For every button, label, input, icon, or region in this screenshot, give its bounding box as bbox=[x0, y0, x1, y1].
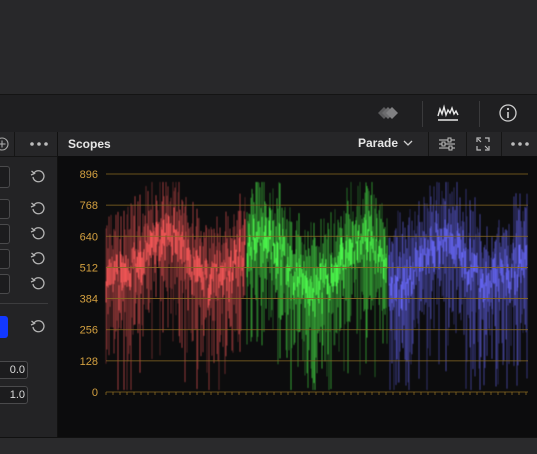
left-panel-header bbox=[0, 132, 57, 157]
value-field[interactable] bbox=[0, 199, 10, 219]
value-field[interactable] bbox=[0, 249, 10, 269]
sliders-icon[interactable] bbox=[437, 136, 457, 152]
reset-icon[interactable] bbox=[30, 225, 46, 241]
reset-icon[interactable] bbox=[30, 318, 46, 334]
section-divider bbox=[0, 303, 48, 304]
scale-label: 768 bbox=[80, 200, 98, 212]
numeric-field[interactable]: 0.0 bbox=[0, 361, 28, 379]
toolbar-divider bbox=[422, 101, 423, 127]
ellipsis-icon[interactable] bbox=[510, 141, 530, 147]
scale-label: 256 bbox=[80, 325, 98, 337]
ellipsis-icon[interactable] bbox=[29, 141, 49, 147]
scale-label: 0 bbox=[92, 387, 98, 399]
value-field[interactable] bbox=[0, 224, 10, 244]
scopes-panel: Scopes Parade 896 768 640 512 384 256 12… bbox=[58, 132, 537, 437]
workspace-toolbar bbox=[0, 94, 537, 133]
scopes-header: Scopes Parade bbox=[58, 132, 537, 157]
reset-icon[interactable] bbox=[30, 275, 46, 291]
header-divider bbox=[501, 132, 502, 156]
viewer-area bbox=[0, 0, 537, 94]
scale-label: 896 bbox=[80, 169, 98, 181]
scale-label: 384 bbox=[80, 294, 98, 306]
value-field[interactable] bbox=[0, 166, 10, 188]
info-icon[interactable] bbox=[496, 102, 520, 124]
reset-icon[interactable] bbox=[30, 250, 46, 266]
scale-label: 128 bbox=[80, 356, 98, 368]
header-divider bbox=[466, 132, 467, 156]
scope-mode-dropdown[interactable]: Parade bbox=[358, 136, 413, 150]
header-divider bbox=[14, 132, 15, 156]
chevron-down-icon bbox=[403, 140, 413, 146]
color-swatch[interactable] bbox=[0, 316, 8, 338]
bottom-bar bbox=[0, 437, 537, 454]
color-controls-panel: 0.0 1.0 bbox=[0, 132, 58, 437]
reset-icon[interactable] bbox=[30, 200, 46, 216]
add-icon[interactable] bbox=[0, 136, 10, 152]
expand-icon[interactable] bbox=[473, 136, 493, 152]
scope-mode-label: Parade bbox=[358, 136, 399, 150]
numeric-field[interactable]: 1.0 bbox=[0, 386, 28, 404]
reset-icon[interactable] bbox=[30, 168, 46, 184]
scale-label: 640 bbox=[80, 231, 98, 243]
layered-diamonds-icon[interactable] bbox=[376, 102, 400, 124]
scale-label: 512 bbox=[80, 262, 98, 274]
parade-scope: 896 768 640 512 384 256 128 0 bbox=[58, 156, 537, 437]
scopes-title: Scopes bbox=[68, 137, 111, 151]
header-divider bbox=[428, 132, 429, 156]
toolbar-divider bbox=[479, 101, 480, 127]
waveform-icon[interactable] bbox=[436, 102, 460, 124]
value-field[interactable] bbox=[0, 274, 10, 294]
